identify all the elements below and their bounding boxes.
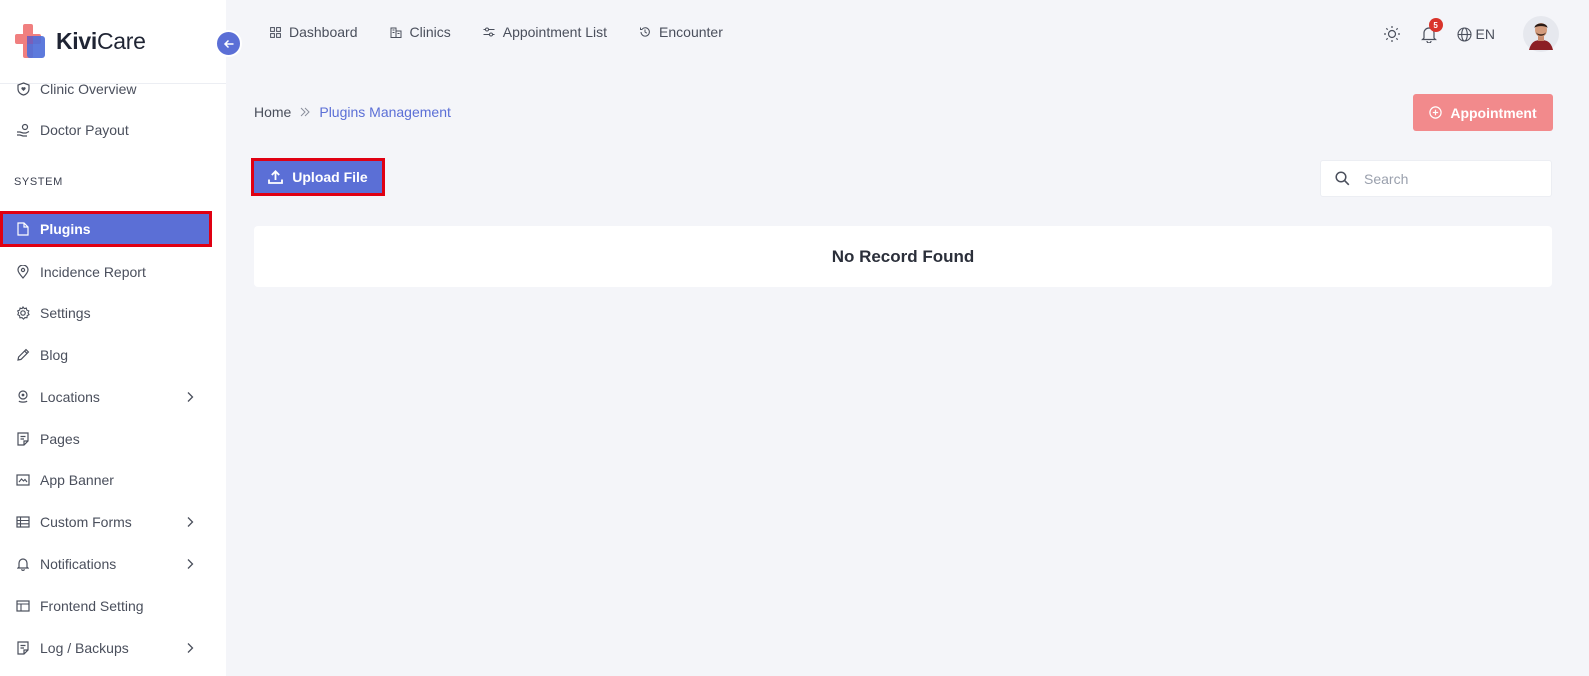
sidebar-item-custom-forms[interactable]: Custom Forms	[0, 504, 212, 540]
upload-button-label: Upload File	[292, 169, 368, 185]
sidebar-item-label: Blog	[40, 347, 69, 363]
sidebar-item-app-banner[interactable]: App Banner	[0, 462, 212, 498]
sidebar-item-locations[interactable]: Locations	[0, 379, 212, 415]
sidebar-item-blog[interactable]: Blog	[0, 337, 212, 373]
arrow-left-icon	[223, 38, 235, 50]
sliders-icon	[483, 27, 495, 37]
sidebar-item-label: Clinic Overview	[40, 81, 137, 97]
search-icon	[1335, 171, 1350, 186]
globe-icon	[1456, 26, 1472, 42]
appointment-button-label: Appointment	[1450, 104, 1537, 121]
file-icon	[16, 222, 30, 236]
sidebar-section-system: SYSTEM	[14, 176, 63, 188]
nav-link-appointment-list[interactable]: Appointment List	[483, 24, 607, 40]
nav-link-label: Appointment List	[502, 24, 608, 40]
top-nav-actions: 5 EN	[1383, 14, 1589, 54]
chevron-right-icon	[186, 557, 194, 573]
plus-circle-icon	[1429, 106, 1443, 119]
empty-message: No Record Found	[831, 246, 975, 266]
sidebar-item-clinic-overview[interactable]: Clinic Overview	[0, 71, 212, 107]
table-icon	[16, 515, 30, 529]
sidebar-item-frontend-setting[interactable]: Frontend Setting	[0, 588, 212, 624]
sidebar-item-label: App Banner	[40, 472, 114, 488]
sidebar-item-label: Frontend Setting	[40, 598, 144, 614]
nav-link-label: Dashboard	[289, 24, 358, 40]
user-avatar[interactable]	[1523, 16, 1559, 52]
language-selector[interactable]: EN	[1456, 26, 1495, 42]
sidebar-item-notifications[interactable]: Notifications	[0, 546, 212, 582]
sidebar-item-label: Plugins	[40, 221, 91, 237]
sidebar-item-label: Custom Forms	[40, 514, 132, 530]
top-navbar: Dashboard Clinics Appointment List Encou…	[226, 0, 1589, 66]
sidebar-item-label: Notifications	[40, 556, 117, 572]
nav-link-label: Clinics	[409, 24, 451, 40]
breadcrumb: Home Plugins Management	[254, 104, 451, 120]
bell-icon	[16, 557, 30, 571]
notification-count-badge: 5	[1428, 18, 1443, 32]
sidebar-item-label: Pages	[40, 431, 80, 447]
map-pin-icon	[16, 265, 30, 279]
nav-link-clinics[interactable]: Clinics	[390, 24, 451, 40]
image-icon	[16, 473, 30, 487]
sidebar-item-pages[interactable]: Pages	[0, 421, 212, 457]
location-pin-icon	[16, 390, 30, 404]
chevron-right-icon	[186, 515, 194, 531]
sidebar-item-label: Incidence Report	[40, 264, 146, 280]
page-icon	[16, 432, 30, 446]
add-appointment-button[interactable]: Appointment	[1413, 94, 1553, 131]
sidebar-item-log-backups[interactable]: Log / Backups	[0, 630, 212, 666]
sidebar-item-label: Locations	[40, 389, 100, 405]
chevron-right-icon	[186, 390, 194, 406]
pencil-icon	[16, 348, 30, 362]
nav-link-dashboard[interactable]: Dashboard	[270, 24, 358, 40]
history-icon	[639, 26, 651, 38]
sidebar-item-plugins[interactable]: Plugins	[0, 211, 212, 247]
sidebar-item-incidence-report[interactable]: Incidence Report	[0, 254, 212, 290]
brand-name: KiviCare	[56, 28, 146, 54]
sidebar-collapse-button[interactable]	[215, 30, 242, 57]
upload-file-button[interactable]: Upload File	[251, 158, 385, 196]
sidebar-item-settings[interactable]: Settings	[0, 295, 212, 331]
hand-coin-icon	[16, 123, 30, 137]
grid-icon	[270, 26, 281, 38]
nav-link-encounter[interactable]: Encounter	[639, 24, 723, 40]
kivicare-logo-icon	[15, 23, 50, 60]
upload-icon	[268, 170, 284, 184]
top-nav-links: Dashboard Clinics Appointment List Encou…	[270, 24, 755, 40]
nav-link-label: Encounter	[659, 24, 723, 40]
double-chevron-right-icon	[300, 107, 311, 117]
search-input[interactable]	[1364, 170, 1534, 187]
breadcrumb-current: Plugins Management	[319, 104, 451, 120]
notifications-button[interactable]: 5	[1420, 18, 1443, 43]
layout-icon	[16, 599, 30, 613]
building-icon	[390, 27, 402, 38]
sidebar: KiviCare Clinic Overview Doctor Payout S…	[0, 0, 226, 676]
sidebar-item-label: Log / Backups	[40, 640, 129, 656]
sidebar-item-label: Settings	[40, 305, 91, 321]
search-box	[1320, 160, 1552, 197]
language-label: EN	[1475, 26, 1495, 42]
chevron-right-icon	[186, 641, 194, 657]
plugins-table-empty-state: No Record Found	[254, 226, 1552, 287]
sidebar-item-doctor-payout[interactable]: Doctor Payout	[0, 112, 212, 148]
breadcrumb-home[interactable]: Home	[254, 104, 291, 120]
sidebar-item-label: Doctor Payout	[40, 122, 129, 138]
document-icon	[16, 641, 30, 655]
gear-icon	[16, 306, 30, 320]
shield-heart-icon	[16, 82, 30, 96]
theme-toggle-sun-icon[interactable]	[1383, 25, 1401, 43]
